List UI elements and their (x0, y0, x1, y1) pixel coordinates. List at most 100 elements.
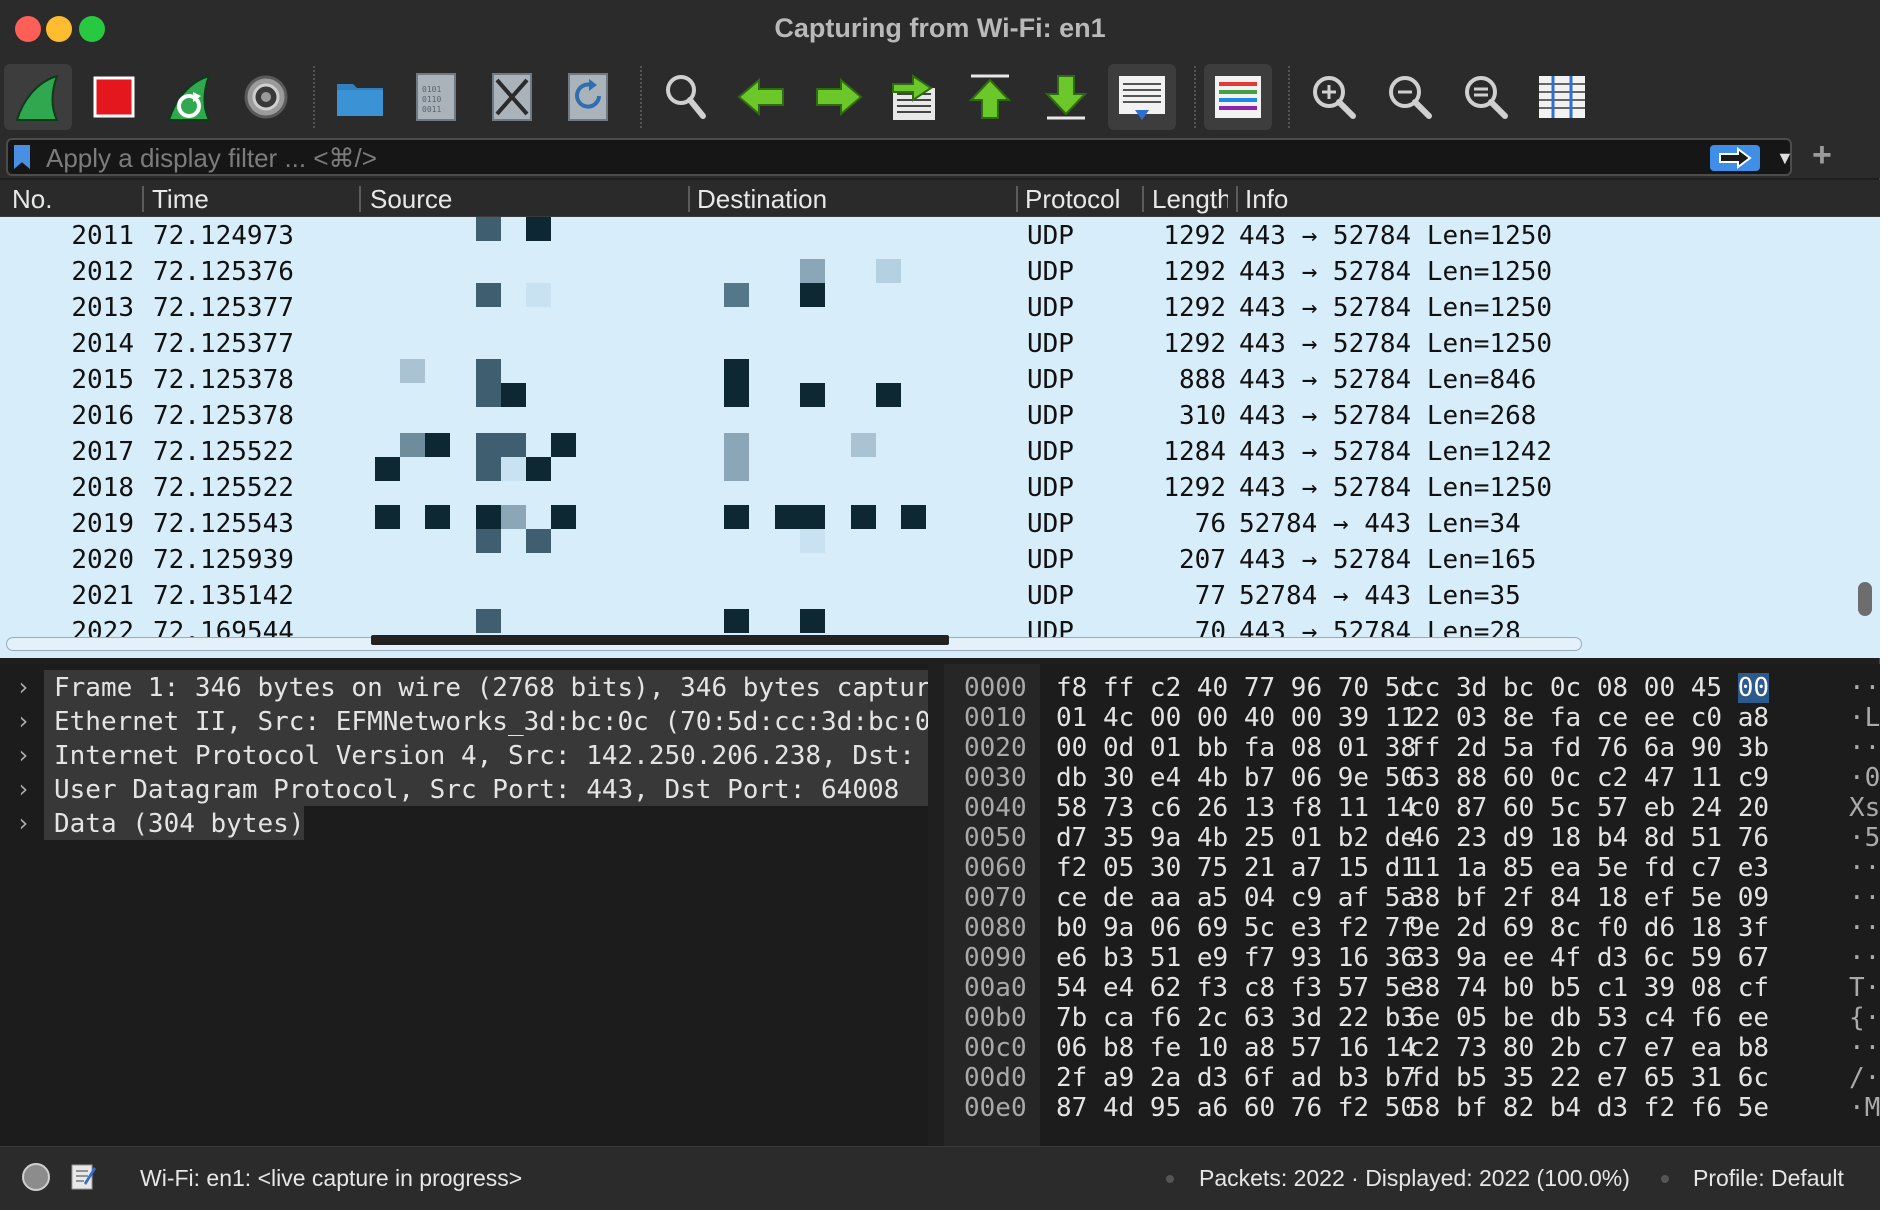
column-separator[interactable] (1016, 186, 1018, 212)
zoom-out-button[interactable] (1376, 64, 1444, 130)
detail-row-udp[interactable]: › User Datagram Protocol, Src Port: 443, … (0, 772, 928, 806)
go-back-button[interactable] (728, 64, 796, 130)
first-packet-button[interactable] (956, 64, 1024, 130)
start-capture-button[interactable] (4, 64, 72, 130)
column-header-destination[interactable]: Destination (697, 184, 827, 215)
hex-row[interactable]: 00b0 7b ca f6 2c 63 3d 22 b3 6e 05 be db 5… (944, 1003, 1880, 1033)
title-bar: Capturing from Wi-Fi: en1 (0, 0, 1880, 58)
packet-row[interactable]: 2016 72.125378 UDP 310 443 → 52784 Len=268 (0, 397, 1850, 433)
packet-time: 72.125376 (153, 257, 294, 287)
toolbar-separator (1194, 66, 1196, 128)
pane-splitter[interactable] (930, 664, 942, 1146)
apply-filter-button[interactable] (1710, 145, 1760, 171)
hex-row[interactable]: 0080 b0 9a 06 69 5c e3 f2 7f 9e 2d 69 8c f… (944, 913, 1880, 943)
detail-row-ethernet[interactable]: › Ethernet II, Src: EFMNetworks_3d:bc:0c … (0, 704, 928, 738)
go-to-packet-button[interactable] (880, 64, 948, 130)
packet-list-vertical-scrollbar[interactable] (1850, 217, 1880, 637)
auto-scroll-button[interactable] (1108, 64, 1176, 130)
packet-row[interactable]: 2017 72.125522 UDP 1284 443 → 52784 Len=1242 (0, 433, 1850, 469)
packet-row[interactable]: 2021 72.135142 UDP 77 52784 → 443 Len=35 (0, 577, 1850, 613)
stop-capture-button[interactable] (80, 64, 148, 130)
last-packet-button[interactable] (1032, 64, 1100, 130)
column-header-no[interactable]: No. (12, 184, 52, 215)
display-filter-input[interactable] (46, 142, 1696, 174)
packet-row[interactable]: 2020 72.125939 UDP 207 443 → 52784 Len=165 (0, 541, 1850, 577)
normal-size-icon (1465, 76, 1508, 119)
packet-row[interactable]: 2012 72.125376 UDP 1292 443 → 52784 Len=1250 (0, 253, 1850, 289)
detail-row-data[interactable]: › Data (304 bytes) (0, 806, 928, 840)
hex-row[interactable]: 0030 db 30 e4 4b b7 06 9e 50 63 88 60 0c c… (944, 763, 1880, 793)
detail-row-ipv4[interactable]: › Internet Protocol Version 4, Src: 142.2… (0, 738, 928, 772)
hex-row[interactable]: 0050 d7 35 9a 4b 25 01 b2 de 46 23 d9 18 b… (944, 823, 1880, 853)
column-separator[interactable] (142, 186, 144, 212)
save-file-button[interactable]: 0101 0110 0011 (402, 64, 470, 130)
go-forward-button[interactable] (804, 64, 872, 130)
packet-info: 443 → 52784 Len=1250 (1239, 293, 1553, 323)
go-to-first-packet-icon (968, 74, 1012, 119)
hex-row[interactable]: 0020 00 0d 01 bb fa 08 01 38 ff 2d 5a fd 7… (944, 733, 1880, 763)
chevron-right-icon[interactable]: › (16, 673, 30, 701)
hex-row[interactable]: 0090 e6 b3 51 e9 f7 93 16 36 33 9a ee 4f d… (944, 943, 1880, 973)
status-separator (1661, 1175, 1669, 1183)
capture-comments-icon[interactable] (70, 1161, 96, 1191)
hex-row[interactable]: 0000 f8 ff c2 40 77 96 70 5d cc 3d bc 0c 0… (944, 673, 1880, 703)
column-header-length[interactable]: Length (1152, 184, 1228, 215)
stop-capture-icon (93, 76, 135, 118)
find-packet-button[interactable] (652, 64, 720, 130)
column-separator[interactable] (1236, 186, 1238, 212)
find-packet-magnifier-icon (666, 75, 706, 119)
packet-row[interactable]: 2011 72.124973 UDP 1292 443 → 52784 Len=1250 (0, 217, 1850, 253)
hex-row[interactable]: 00c0 06 b8 fe 10 a8 57 16 14 c2 73 80 2b c… (944, 1033, 1880, 1063)
packet-row[interactable]: 2014 72.125377 UDP 1292 443 → 52784 Len=1250 (0, 325, 1850, 361)
close-file-button[interactable] (478, 64, 546, 130)
column-header-source[interactable]: Source (370, 184, 452, 215)
vertical-scroll-thumb[interactable] (1858, 582, 1872, 616)
packet-row[interactable]: 2013 72.125377 UDP 1292 443 → 52784 Len=1250 (0, 289, 1850, 325)
hex-row[interactable]: 00d0 2f a9 2a d3 6f ad b3 b7 fd b5 35 22 e… (944, 1063, 1880, 1093)
hex-row[interactable]: 0040 58 73 c6 26 13 f8 11 14 c0 87 60 5c 5… (944, 793, 1880, 823)
packet-number: 2022 (71, 617, 134, 637)
chevron-right-icon[interactable]: › (16, 707, 30, 735)
resize-columns-button[interactable] (1528, 64, 1596, 130)
chevron-right-icon[interactable]: › (16, 741, 30, 769)
wireshark-window: Capturing from Wi-Fi: en1 010101100011 (0, 0, 1880, 1210)
packet-row[interactable]: 2022 72.169544 UDP 70 443 → 52784 Len=28 (0, 613, 1850, 637)
zoom-in-button[interactable] (1300, 64, 1368, 130)
column-header-info[interactable]: Info (1245, 184, 1288, 215)
chevron-right-icon[interactable]: › (16, 809, 30, 837)
column-separator[interactable] (688, 186, 690, 212)
column-separator[interactable] (359, 186, 361, 212)
packet-list: No. Time Source Destination Protocol Len… (0, 180, 1880, 658)
colorize-button[interactable] (1204, 64, 1272, 130)
column-separator[interactable] (1142, 186, 1144, 212)
capture-options-button[interactable] (232, 64, 300, 130)
reload-file-button[interactable] (554, 64, 622, 130)
hex-row[interactable]: 00a0 54 e4 62 f3 c8 f3 57 5e 38 74 b0 b5 c… (944, 973, 1880, 1003)
detail-row-frame[interactable]: › Frame 1: 346 bytes on wire (2768 bits),… (0, 670, 928, 704)
packet-protocol: UDP (1027, 545, 1074, 575)
add-filter-button[interactable]: + (1812, 136, 1832, 175)
hex-row[interactable]: 0070 ce de aa a5 04 c9 af 5a 38 bf 2f 84 1… (944, 883, 1880, 913)
hex-row[interactable]: 0060 f2 05 30 75 21 a7 15 d1 11 1a 85 ea 5… (944, 853, 1880, 883)
column-header-protocol[interactable]: Protocol (1025, 184, 1120, 215)
packet-row[interactable]: 2018 72.125522 UDP 1292 443 → 52784 Len=1250 (0, 469, 1850, 505)
packet-row[interactable]: 2015 72.125378 UDP 888 443 → 52784 Len=846 (0, 361, 1850, 397)
profile-selector[interactable]: Profile: Default (1693, 1165, 1844, 1192)
chevron-right-icon[interactable]: › (16, 775, 30, 803)
expert-info-indicator-icon[interactable] (22, 1163, 50, 1191)
reload-file-icon (568, 73, 608, 121)
horizontal-scroll-thumb[interactable] (371, 635, 949, 645)
filter-bookmark-icon[interactable] (14, 145, 30, 169)
hex-row[interactable]: 00e0 87 4d 95 a6 60 76 f2 50 58 bf 82 b4 d… (944, 1093, 1880, 1123)
selected-byte[interactable]: 00 (1737, 673, 1770, 703)
hex-row[interactable]: 0010 01 4c 00 00 40 00 39 11 22 03 8e fa c… (944, 703, 1880, 733)
packet-length: 70 (1194, 617, 1226, 637)
restart-capture-button[interactable] (156, 64, 224, 130)
packet-count-text: Packets: 2022 · Displayed: 2022 (100.0%) (1199, 1165, 1630, 1191)
packet-time: 72.124973 (153, 221, 294, 251)
normal-size-button[interactable] (1452, 64, 1520, 130)
packet-info: 52784 → 443 Len=35 (1239, 581, 1521, 611)
open-file-button[interactable] (326, 64, 394, 130)
column-header-time[interactable]: Time (152, 184, 209, 215)
filter-history-dropdown[interactable]: ▼ (1776, 148, 1794, 169)
